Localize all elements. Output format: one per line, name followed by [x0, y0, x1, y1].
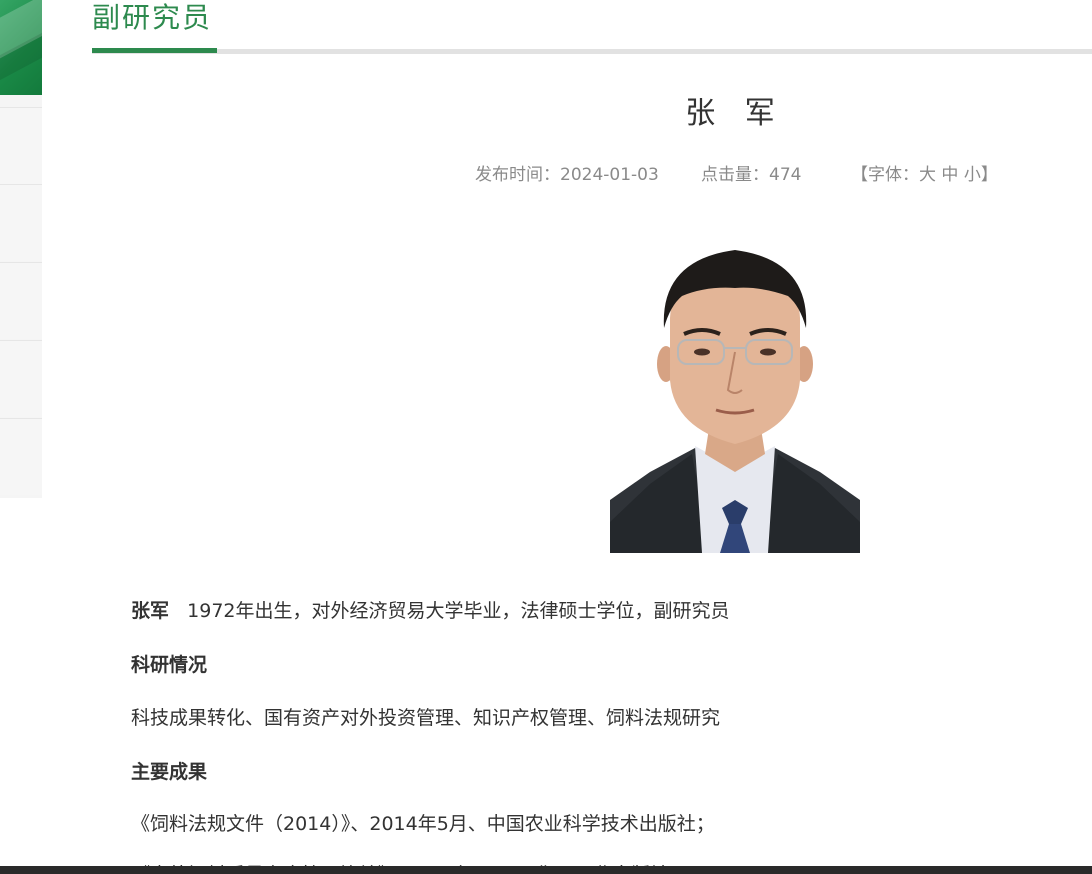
- sidebar-item[interactable]: [0, 340, 42, 417]
- sidebar-item[interactable]: [0, 262, 42, 339]
- section-divider: [92, 49, 1092, 54]
- sidebar-item[interactable]: [0, 184, 42, 261]
- sidebar-item[interactable]: [0, 107, 42, 184]
- sidebar: [0, 0, 42, 498]
- font-size-suffix: 】: [980, 165, 998, 185]
- publish-date: 发布时间：2024-01-03: [475, 165, 659, 185]
- intro-text: 1972年出生，对外经济贸易大学毕业，法律硕士学位，副研究员: [187, 600, 730, 622]
- intro-name: 张军: [131, 600, 170, 622]
- portrait-photo: [610, 240, 860, 553]
- research-text: 科技成果转化、国有资产对外投资管理、知识产权管理、饲料法规研究: [131, 707, 721, 729]
- sidebar-item[interactable]: [0, 418, 42, 495]
- font-size-medium-link[interactable]: 中: [941, 165, 958, 185]
- achievement-item: 《饲料法规文件（2014）》、2014年5月、中国农业科学技术出版社；: [131, 813, 715, 835]
- article-title: 张 军: [685, 96, 785, 131]
- intro-paragraph: 张军 1972年出生，对外经济贸易大学毕业，法律硕士学位，副研究员: [131, 596, 730, 623]
- achievements-heading: 主要成果: [131, 761, 208, 783]
- font-size-large-link[interactable]: 大: [919, 165, 936, 185]
- view-count: 点击量：474: [701, 165, 802, 185]
- page: 副研究员 张 军 发布时间：2024-01-03 点击量：474 【字体：大 中…: [0, 0, 1092, 874]
- section-divider-accent: [92, 48, 217, 53]
- sidebar-banner: [0, 0, 42, 95]
- font-size-switcher: 【字体：大 中 小】: [851, 160, 998, 185]
- font-size-small-link[interactable]: 小: [964, 165, 981, 185]
- font-size-prefix: 【字体：: [851, 165, 919, 185]
- research-heading: 科研情况: [131, 654, 208, 676]
- section-title: 副研究员: [92, 1, 213, 34]
- bottom-bar: [0, 866, 1092, 874]
